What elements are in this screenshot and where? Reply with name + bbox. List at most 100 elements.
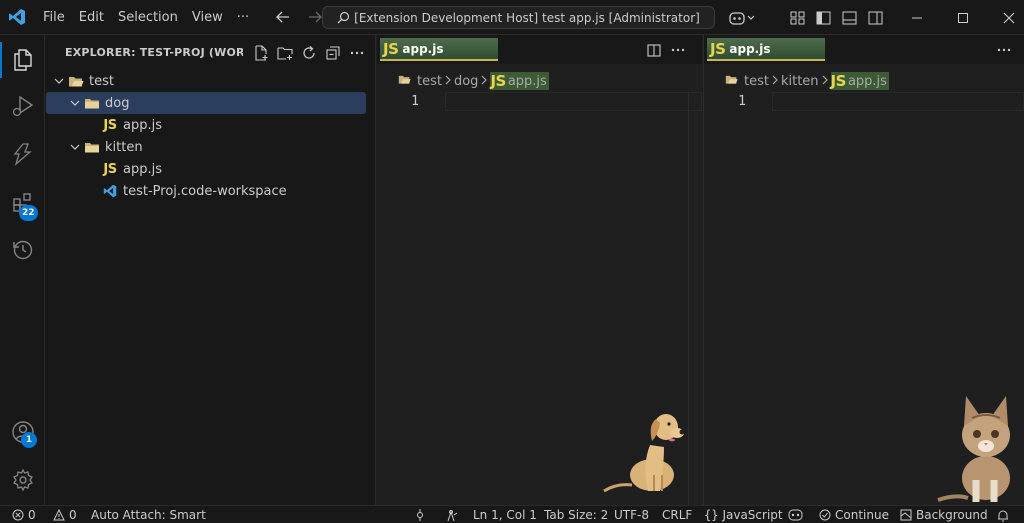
collapse-all-icon[interactable] xyxy=(321,42,345,64)
new-file-icon[interactable] xyxy=(249,42,273,64)
breadcrumb-item[interactable]: dog xyxy=(454,74,478,89)
more-actions-icon[interactable] xyxy=(992,39,1016,61)
new-folder-icon[interactable] xyxy=(273,42,297,64)
breadcrumb-item: app.js xyxy=(507,73,547,89)
auto-attach-status[interactable]: Auto Attach: Smart xyxy=(91,506,206,523)
search-icon xyxy=(337,11,350,24)
more-actions-icon[interactable] xyxy=(345,42,369,64)
git-commit-icon[interactable] xyxy=(414,506,430,523)
menu-more[interactable]: ··· xyxy=(230,0,256,35)
notifications-bell-icon[interactable] xyxy=(997,506,1013,523)
menu-selection[interactable]: Selection xyxy=(111,0,185,35)
explorer-sidebar: EXPLORER: TEST-PROJ (WORKS... test xyxy=(45,35,376,505)
problems-errors[interactable]: 0 xyxy=(12,506,36,523)
breadcrumb: test kitten JS app.js xyxy=(704,70,889,92)
tree-item-kitten-app-js[interactable]: JS app.js xyxy=(46,158,366,180)
js-file-icon: JS xyxy=(830,72,847,90)
tree-label: test-Proj.code-workspace xyxy=(123,183,287,199)
check-circle-icon xyxy=(819,509,831,521)
folder-icon xyxy=(725,74,738,89)
timeline-icon[interactable] xyxy=(0,228,45,272)
chevron-down-icon xyxy=(67,92,83,114)
testing-icon[interactable] xyxy=(0,132,45,176)
folder-icon xyxy=(398,74,411,89)
language-mode[interactable]: {} JavaScript xyxy=(704,506,783,523)
breadcrumb-item[interactable]: kitten xyxy=(781,74,819,89)
tree-item-test[interactable]: test xyxy=(46,70,366,92)
chevron-right-icon xyxy=(772,74,778,89)
breadcrumb-file[interactable]: JS app.js xyxy=(830,72,889,90)
copilot-status-icon[interactable] xyxy=(788,506,807,523)
background-label: Background xyxy=(916,508,988,522)
refresh-icon[interactable] xyxy=(297,42,321,64)
tree-label: dog xyxy=(105,95,130,111)
activity-bar: 22 1 xyxy=(0,35,45,505)
breadcrumb-item[interactable]: test xyxy=(744,74,769,89)
close-icon[interactable] xyxy=(986,0,1024,35)
root-folder-icon xyxy=(67,70,85,92)
maximize-icon[interactable] xyxy=(940,0,986,35)
extensions-icon[interactable]: 22 xyxy=(0,181,45,225)
kitten-pet-illustration xyxy=(937,396,1010,502)
tab-app-js[interactable]: JS app.js xyxy=(707,38,825,61)
command-center[interactable]: [Extension Development Host] test app.js… xyxy=(322,6,715,29)
cursor-position[interactable]: Ln 1, Col 1 xyxy=(473,506,537,523)
tab-label: app.js xyxy=(402,41,444,56)
encoding[interactable]: UTF-8 xyxy=(614,506,649,523)
explorer-icon[interactable] xyxy=(0,38,45,82)
indentation[interactable]: Tab Size: 2 xyxy=(544,506,608,523)
js-file-icon: JS xyxy=(710,39,726,58)
customize-layout-icon[interactable] xyxy=(784,0,810,35)
editor-line[interactable]: 1 xyxy=(377,92,702,111)
vscode-logo-icon xyxy=(2,0,32,35)
tree-label: app.js xyxy=(123,117,162,133)
tree-item-dog-app-js[interactable]: JS app.js xyxy=(46,114,366,136)
end-of-line[interactable]: CRLF xyxy=(662,506,692,523)
error-count: 0 xyxy=(28,508,36,522)
split-editor-icon[interactable] xyxy=(642,39,666,61)
nav-arrows xyxy=(270,5,328,29)
menu-edit[interactable]: Edit xyxy=(72,0,111,35)
accounts-icon[interactable]: 1 xyxy=(0,410,45,454)
explorer-header: EXPLORER: TEST-PROJ (WORKS... xyxy=(45,35,375,70)
line-number: 1 xyxy=(738,94,746,109)
background-status[interactable]: Background xyxy=(900,506,988,523)
menu-file[interactable]: File xyxy=(36,0,72,35)
breadcrumb-file[interactable]: JS app.js xyxy=(490,72,549,90)
breadcrumb-item[interactable]: test xyxy=(417,74,442,89)
editor-line[interactable]: 1 xyxy=(704,92,1024,111)
chevron-down-icon xyxy=(51,70,67,92)
js-file-icon: JS xyxy=(490,72,506,90)
tree-item-kitten[interactable]: kitten xyxy=(46,136,366,158)
more-actions-icon[interactable] xyxy=(666,39,690,61)
continue-label: Continue xyxy=(835,508,889,522)
chevron-right-icon xyxy=(481,74,488,89)
settings-gear-icon[interactable] xyxy=(0,458,45,502)
js-file-icon: JS xyxy=(383,39,399,58)
run-debug-icon[interactable] xyxy=(0,84,45,128)
dog-pet-illustration xyxy=(603,414,685,493)
chevron-right-icon xyxy=(822,74,828,89)
back-arrow-icon[interactable] xyxy=(270,5,296,29)
toggle-secondary-sidebar-icon[interactable] xyxy=(862,0,888,35)
tree-item-workspace-file[interactable]: test-Proj.code-workspace xyxy=(46,180,366,202)
tree-label: app.js xyxy=(123,161,162,177)
title-bar: File Edit Selection View ··· [Extension … xyxy=(0,0,1024,35)
toggle-panel-icon[interactable] xyxy=(836,0,862,35)
tab-app-js[interactable]: JS app.js xyxy=(380,38,498,61)
toggle-primary-sidebar-icon[interactable] xyxy=(810,0,836,35)
problems-warnings[interactable]: 0 xyxy=(53,506,77,523)
folder-icon xyxy=(83,92,101,114)
title-actions xyxy=(724,0,1024,35)
copilot-icon[interactable] xyxy=(724,0,760,35)
braces-icon: {} xyxy=(704,508,719,522)
minimize-icon[interactable] xyxy=(894,0,940,35)
continue-status[interactable]: Continue xyxy=(819,506,889,523)
command-center-text: [Extension Development Host] test app.js… xyxy=(354,10,700,25)
broadcast-icon[interactable] xyxy=(444,506,462,523)
chevron-down-icon xyxy=(67,136,83,158)
menu-view[interactable]: View xyxy=(185,0,230,35)
extensions-badge: 22 xyxy=(19,205,38,221)
paint-bucket-icon xyxy=(900,509,912,521)
tree-item-dog[interactable]: dog xyxy=(46,92,366,114)
